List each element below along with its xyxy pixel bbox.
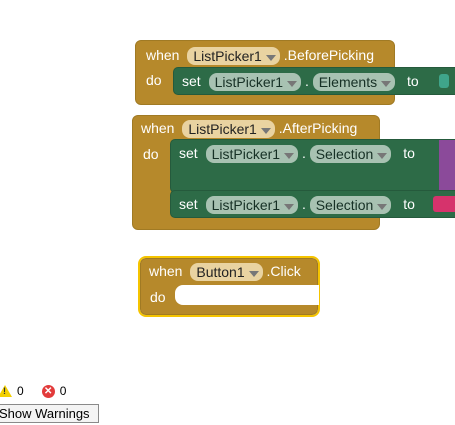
component-dropdown[interactable]: Button1 bbox=[190, 263, 263, 282]
block-header: when ListPicker1 .BeforePicking bbox=[146, 46, 374, 66]
setter-block-selection-1[interactable]: set ListPicker1 . Selection to bbox=[170, 139, 455, 194]
setter-block-selection-2[interactable]: set ListPicker1 . Selection to bbox=[170, 190, 455, 218]
show-warnings-button[interactable]: Show Warnings bbox=[0, 404, 99, 423]
chevron-down-icon bbox=[287, 80, 298, 87]
when-keyword: when bbox=[146, 47, 180, 63]
property-dropdown[interactable]: Selection bbox=[309, 145, 392, 164]
property-dropdown[interactable]: Selection bbox=[309, 196, 392, 215]
warning-icon bbox=[0, 385, 12, 397]
component-dropdown[interactable]: ListPicker1 bbox=[182, 120, 275, 139]
to-keyword: to bbox=[403, 145, 415, 161]
do-keyword: do bbox=[150, 289, 166, 305]
setter-row: set ListPicker1 . Elements to bbox=[182, 72, 419, 92]
chevron-down-icon bbox=[377, 152, 388, 159]
value-block-purple[interactable] bbox=[439, 140, 455, 194]
event-block-button-click[interactable]: when Button1 .Click do bbox=[138, 256, 320, 317]
error-icon: ✕ bbox=[41, 384, 55, 398]
warning-count: 0 bbox=[17, 384, 24, 398]
do-keyword: do bbox=[143, 146, 159, 162]
block-header: when ListPicker1 .AfterPicking bbox=[141, 119, 358, 139]
set-keyword: set bbox=[182, 73, 201, 89]
event-name: .Click bbox=[266, 263, 301, 279]
event-name: .BeforePicking bbox=[283, 47, 374, 63]
to-keyword: to bbox=[406, 73, 419, 89]
dot-separator: . bbox=[301, 145, 306, 161]
chevron-down-icon bbox=[265, 54, 276, 61]
to-keyword: to bbox=[403, 196, 415, 212]
chevron-down-icon bbox=[284, 152, 295, 159]
value-input-connector[interactable] bbox=[439, 74, 449, 88]
chevron-down-icon bbox=[284, 203, 295, 210]
when-keyword: when bbox=[141, 120, 175, 136]
block-header: when Button1 .Click bbox=[149, 262, 301, 282]
empty-statement-socket[interactable] bbox=[175, 285, 319, 305]
component-dropdown[interactable]: ListPicker1 bbox=[205, 145, 299, 164]
dot-separator: . bbox=[304, 73, 309, 89]
dot-separator: . bbox=[301, 196, 306, 212]
do-keyword: do bbox=[146, 72, 162, 88]
chevron-down-icon bbox=[381, 80, 392, 87]
setter-row: set ListPicker1 . Selection to bbox=[179, 144, 415, 164]
chevron-down-icon bbox=[377, 203, 388, 210]
warning-indicators: 0 ✕ 0 bbox=[0, 384, 66, 398]
set-keyword: set bbox=[179, 196, 198, 212]
component-dropdown[interactable]: ListPicker1 bbox=[187, 47, 280, 66]
setter-row: set ListPicker1 . Selection to bbox=[179, 195, 415, 215]
when-keyword: when bbox=[149, 263, 183, 279]
event-name: .AfterPicking bbox=[278, 120, 358, 136]
error-count: 0 bbox=[59, 384, 67, 398]
chevron-down-icon bbox=[260, 127, 271, 134]
value-block-pink[interactable] bbox=[433, 196, 455, 212]
setter-block-elements[interactable]: set ListPicker1 . Elements to bbox=[173, 67, 455, 95]
set-keyword: set bbox=[179, 145, 198, 161]
property-dropdown[interactable]: Elements bbox=[312, 73, 396, 92]
component-dropdown[interactable]: ListPicker1 bbox=[208, 73, 302, 92]
component-dropdown[interactable]: ListPicker1 bbox=[205, 196, 299, 215]
chevron-down-icon bbox=[248, 270, 259, 277]
